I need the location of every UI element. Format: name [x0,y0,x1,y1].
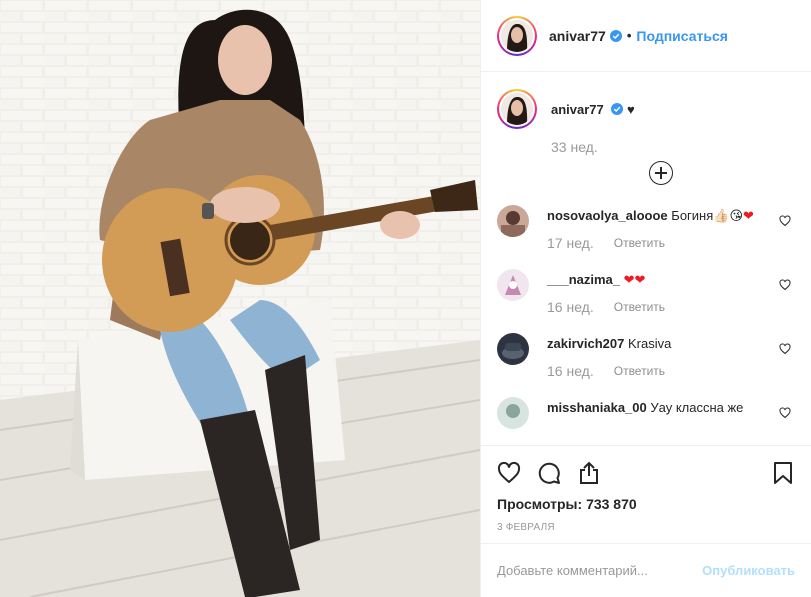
comment-item: misshaniaka_00 Уау классна же [497,397,795,429]
reply-button[interactable]: Ответить [614,364,665,378]
comment-text: Уау классна же [650,400,744,415]
verified-badge-icon [611,103,624,115]
post-side-panel: anivar77 • Подписаться anivar77 ♥ 33 нед… [480,0,811,597]
author-avatar-image [501,19,533,52]
comment-icon[interactable] [537,461,561,485]
like-comment-heart-icon[interactable] [779,343,791,355]
comment-timestamp[interactable]: 16 нед. [547,299,594,315]
comment-text: Богиня👍🏻😘 [671,208,744,223]
comment-input[interactable] [497,563,703,578]
caption-timestamp[interactable]: 33 нед. [551,139,635,155]
reply-button[interactable]: Ответить [614,300,665,314]
load-more-comments[interactable] [527,161,795,185]
post-header: anivar77 • Подписаться [481,0,811,72]
add-comment-form: Опубликовать [481,543,811,597]
comment-item: ___nazima_ ❤❤ 16 нед. Ответить [497,269,795,315]
commenter-avatar[interactable] [497,205,529,237]
comment-heart-emoji: ❤❤ [623,272,646,287]
commenter-avatar-image [497,269,529,301]
follow-button[interactable]: Подписаться [636,28,728,44]
commenter-avatar[interactable] [497,269,529,301]
caption: anivar77 ♥ 33 нед. [497,73,795,155]
like-comment-heart-icon[interactable] [779,215,791,227]
comment-timestamp[interactable]: 16 нед. [547,363,594,379]
post-actions-section: Просмотры: 733 870 3 ФЕВРАЛЯ [481,445,811,533]
comments-list[interactable]: anivar77 ♥ 33 нед. nosovaolya_aloooe Бог… [481,73,811,443]
author-username[interactable]: anivar77 [549,28,606,44]
plus-circle-icon[interactable] [649,161,673,185]
commenter-username[interactable]: zakirvich207 [547,336,624,351]
share-icon[interactable] [577,461,601,485]
bookmark-icon[interactable] [771,461,795,485]
view-count[interactable]: Просмотры: 733 870 [497,496,795,512]
comment-items: nosovaolya_aloooe Богиня👍🏻😘❤ 17 нед. Отв… [497,205,795,429]
commenter-avatar-image [497,333,529,365]
views-label: Просмотры: [497,496,583,512]
verified-badge-icon [609,29,622,42]
caption-avatar[interactable] [497,89,537,129]
comment-timestamp[interactable]: 17 нед. [547,235,594,251]
comment-item: nosovaolya_aloooe Богиня👍🏻😘❤ 17 нед. Отв… [497,205,795,251]
commenter-avatar[interactable] [497,397,529,429]
caption-text: ♥ [627,102,635,117]
video-frame [0,0,480,597]
action-bar [497,458,795,488]
post-media-video[interactable] [0,0,480,597]
commenter-username[interactable]: nosovaolya_aloooe [547,208,668,223]
commenter-avatar-image [497,205,529,237]
publish-button[interactable]: Опубликовать [702,563,795,578]
views-value: 733 870 [586,496,637,512]
commenter-username[interactable]: ___nazima_ [547,272,620,287]
caption-username[interactable]: anivar77 [551,102,604,117]
commenter-username[interactable]: misshaniaka_00 [547,400,647,415]
like-comment-heart-icon[interactable] [779,407,791,419]
author-avatar[interactable] [497,15,537,56]
reply-button[interactable]: Ответить [614,236,665,250]
comment-text: Krasiva [627,336,672,351]
comment-item: zakirvich207 Krasiva 16 нед. Ответить [497,333,795,379]
commenter-avatar-image [497,397,529,429]
post-date[interactable]: 3 ФЕВРАЛЯ [497,522,795,533]
comment-heart-emoji: ❤ [743,208,754,223]
heart-icon[interactable] [497,461,521,485]
separator-dot: • [626,28,632,43]
caption-avatar-image [501,93,533,125]
like-comment-heart-icon[interactable] [779,279,791,291]
commenter-avatar[interactable] [497,333,529,365]
